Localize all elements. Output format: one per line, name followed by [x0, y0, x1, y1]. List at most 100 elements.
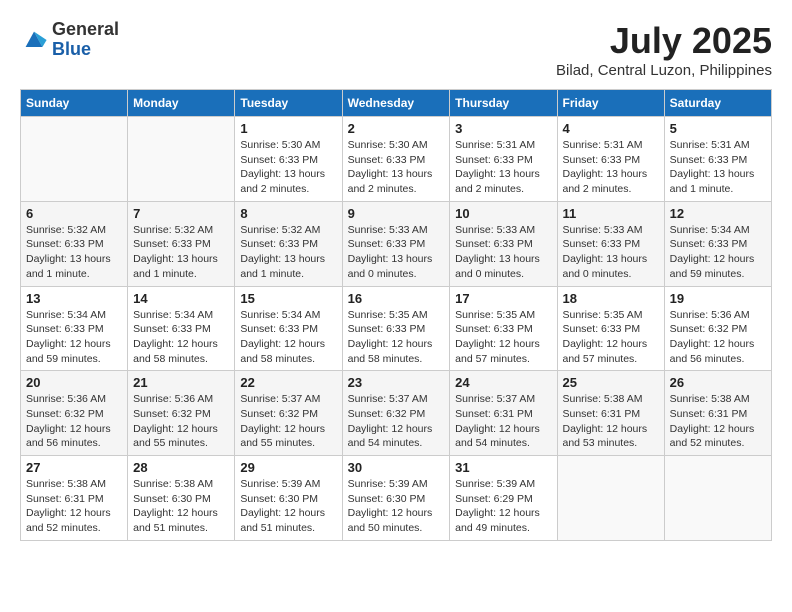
day-info: Sunrise: 5:31 AM Sunset: 6:33 PM Dayligh… — [563, 138, 659, 197]
day-number: 12 — [670, 206, 766, 221]
calendar-cell: 1 Sunrise: 5:30 AM Sunset: 6:33 PM Daylig… — [235, 117, 342, 202]
calendar-week-row: 6Sunrise: 5:32 AM Sunset: 6:33 PM Daylig… — [21, 201, 772, 286]
calendar-cell: 22Sunrise: 5:37 AM Sunset: 6:32 PM Dayli… — [235, 371, 342, 456]
calendar-week-row: 20 Sunrise: 5:36 AM Sunset: 6:32 PM Dayli… — [21, 371, 772, 456]
day-number: 24 — [455, 375, 551, 390]
day-info: Sunrise: 5:35 AM Sunset: 6:33 PM Dayligh… — [455, 308, 551, 367]
calendar-cell — [128, 117, 235, 202]
day-info: Sunrise: 5:35 AM Sunset: 6:33 PM Dayligh… — [348, 308, 445, 367]
day-number: 19 — [670, 291, 766, 306]
day-number: 3 — [455, 121, 551, 136]
day-number: 18 — [563, 291, 659, 306]
calendar-cell: 7Sunrise: 5:32 AM Sunset: 6:33 PM Daylig… — [128, 201, 235, 286]
day-info: Sunrise: 5:36 AM Sunset: 6:32 PM Dayligh… — [26, 392, 122, 451]
day-header-monday: Monday — [128, 90, 235, 117]
calendar-cell: 11 Sunrise: 5:33 AM Sunset: 6:33 PM Dayli… — [557, 201, 664, 286]
calendar-cell: 28Sunrise: 5:38 AM Sunset: 6:30 PM Dayli… — [128, 456, 235, 541]
day-number: 13 — [26, 291, 122, 306]
calendar-cell: 23 Sunrise: 5:37 AM Sunset: 6:32 PM Dayli… — [342, 371, 450, 456]
calendar-cell: 3 Sunrise: 5:31 AM Sunset: 6:33 PM Daylig… — [450, 117, 557, 202]
day-number: 15 — [240, 291, 336, 306]
day-number: 14 — [133, 291, 229, 306]
page-header: General Blue July 2025 Bilad, Central Lu… — [20, 20, 772, 79]
day-info: Sunrise: 5:33 AM Sunset: 6:33 PM Dayligh… — [563, 223, 659, 282]
calendar-week-row: 27Sunrise: 5:38 AM Sunset: 6:31 PM Dayli… — [21, 456, 772, 541]
calendar-cell — [557, 456, 664, 541]
calendar-cell: 6Sunrise: 5:32 AM Sunset: 6:33 PM Daylig… — [21, 201, 128, 286]
calendar-cell: 14 Sunrise: 5:34 AM Sunset: 6:33 PM Dayli… — [128, 286, 235, 371]
calendar-week-row: 1 Sunrise: 5:30 AM Sunset: 6:33 PM Daylig… — [21, 117, 772, 202]
day-number: 23 — [348, 375, 445, 390]
day-number: 31 — [455, 460, 551, 475]
calendar-cell: 2 Sunrise: 5:30 AM Sunset: 6:33 PM Daylig… — [342, 117, 450, 202]
day-number: 8 — [240, 206, 336, 221]
calendar-table: SundayMondayTuesdayWednesdayThursdayFrid… — [20, 89, 772, 541]
calendar-cell: 29Sunrise: 5:39 AM Sunset: 6:30 PM Dayli… — [235, 456, 342, 541]
day-header-saturday: Saturday — [664, 90, 771, 117]
calendar-cell: 31 Sunrise: 5:39 AM Sunset: 6:29 PM Dayli… — [450, 456, 557, 541]
calendar-cell: 12 Sunrise: 5:34 AM Sunset: 6:33 PM Dayli… — [664, 201, 771, 286]
day-info: Sunrise: 5:34 AM Sunset: 6:33 PM Dayligh… — [240, 308, 336, 367]
day-number: 25 — [563, 375, 659, 390]
calendar-cell: 30Sunrise: 5:39 AM Sunset: 6:30 PM Dayli… — [342, 456, 450, 541]
day-header-tuesday: Tuesday — [235, 90, 342, 117]
calendar-header-row: SundayMondayTuesdayWednesdayThursdayFrid… — [21, 90, 772, 117]
calendar-cell: 25 Sunrise: 5:38 AM Sunset: 6:31 PM Dayli… — [557, 371, 664, 456]
calendar-cell: 16 Sunrise: 5:35 AM Sunset: 6:33 PM Dayli… — [342, 286, 450, 371]
day-info: Sunrise: 5:31 AM Sunset: 6:33 PM Dayligh… — [455, 138, 551, 197]
day-info: Sunrise: 5:39 AM Sunset: 6:30 PM Dayligh… — [348, 477, 445, 536]
day-number: 2 — [348, 121, 445, 136]
day-number: 9 — [348, 206, 445, 221]
day-info: Sunrise: 5:34 AM Sunset: 6:33 PM Dayligh… — [133, 308, 229, 367]
day-number: 16 — [348, 291, 445, 306]
calendar-cell: 15 Sunrise: 5:34 AM Sunset: 6:33 PM Dayli… — [235, 286, 342, 371]
day-info: Sunrise: 5:32 AM Sunset: 6:33 PM Dayligh… — [26, 223, 122, 282]
day-info: Sunrise: 5:39 AM Sunset: 6:30 PM Dayligh… — [240, 477, 336, 536]
day-info: Sunrise: 5:36 AM Sunset: 6:32 PM Dayligh… — [670, 308, 766, 367]
day-info: Sunrise: 5:32 AM Sunset: 6:33 PM Dayligh… — [133, 223, 229, 282]
day-info: Sunrise: 5:30 AM Sunset: 6:33 PM Dayligh… — [240, 138, 336, 197]
calendar-cell: 18Sunrise: 5:35 AM Sunset: 6:33 PM Dayli… — [557, 286, 664, 371]
day-number: 11 — [563, 206, 659, 221]
logo-general: General — [52, 20, 119, 40]
day-number: 21 — [133, 375, 229, 390]
calendar-cell: 5 Sunrise: 5:31 AM Sunset: 6:33 PM Daylig… — [664, 117, 771, 202]
day-info: Sunrise: 5:36 AM Sunset: 6:32 PM Dayligh… — [133, 392, 229, 451]
calendar-cell: 8 Sunrise: 5:32 AM Sunset: 6:33 PM Daylig… — [235, 201, 342, 286]
day-number: 5 — [670, 121, 766, 136]
day-info: Sunrise: 5:33 AM Sunset: 6:33 PM Dayligh… — [455, 223, 551, 282]
calendar-cell — [664, 456, 771, 541]
day-number: 10 — [455, 206, 551, 221]
day-info: Sunrise: 5:32 AM Sunset: 6:33 PM Dayligh… — [240, 223, 336, 282]
day-info: Sunrise: 5:38 AM Sunset: 6:31 PM Dayligh… — [563, 392, 659, 451]
logo-blue: Blue — [52, 40, 119, 60]
day-info: Sunrise: 5:37 AM Sunset: 6:32 PM Dayligh… — [240, 392, 336, 451]
calendar-cell: 21 Sunrise: 5:36 AM Sunset: 6:32 PM Dayli… — [128, 371, 235, 456]
day-header-sunday: Sunday — [21, 90, 128, 117]
calendar-cell: 19 Sunrise: 5:36 AM Sunset: 6:32 PM Dayli… — [664, 286, 771, 371]
day-header-friday: Friday — [557, 90, 664, 117]
day-info: Sunrise: 5:31 AM Sunset: 6:33 PM Dayligh… — [670, 138, 766, 197]
calendar-cell: 24Sunrise: 5:37 AM Sunset: 6:31 PM Dayli… — [450, 371, 557, 456]
day-info: Sunrise: 5:34 AM Sunset: 6:33 PM Dayligh… — [670, 223, 766, 282]
day-info: Sunrise: 5:38 AM Sunset: 6:31 PM Dayligh… — [670, 392, 766, 451]
day-info: Sunrise: 5:38 AM Sunset: 6:31 PM Dayligh… — [26, 477, 122, 536]
calendar-cell: 4 Sunrise: 5:31 AM Sunset: 6:33 PM Daylig… — [557, 117, 664, 202]
day-number: 17 — [455, 291, 551, 306]
month-title: July 2025 — [556, 20, 772, 62]
day-number: 20 — [26, 375, 122, 390]
day-number: 1 — [240, 121, 336, 136]
day-info: Sunrise: 5:33 AM Sunset: 6:33 PM Dayligh… — [348, 223, 445, 282]
day-info: Sunrise: 5:37 AM Sunset: 6:32 PM Dayligh… — [348, 392, 445, 451]
day-header-thursday: Thursday — [450, 90, 557, 117]
calendar-cell — [21, 117, 128, 202]
day-header-wednesday: Wednesday — [342, 90, 450, 117]
day-info: Sunrise: 5:39 AM Sunset: 6:29 PM Dayligh… — [455, 477, 551, 536]
title-area: July 2025 Bilad, Central Luzon, Philippi… — [556, 20, 772, 79]
calendar-cell: 17 Sunrise: 5:35 AM Sunset: 6:33 PM Dayli… — [450, 286, 557, 371]
calendar-cell: 9 Sunrise: 5:33 AM Sunset: 6:33 PM Daylig… — [342, 201, 450, 286]
day-number: 4 — [563, 121, 659, 136]
logo-text: General Blue — [52, 20, 119, 60]
day-info: Sunrise: 5:30 AM Sunset: 6:33 PM Dayligh… — [348, 138, 445, 197]
logo: General Blue — [20, 20, 119, 60]
